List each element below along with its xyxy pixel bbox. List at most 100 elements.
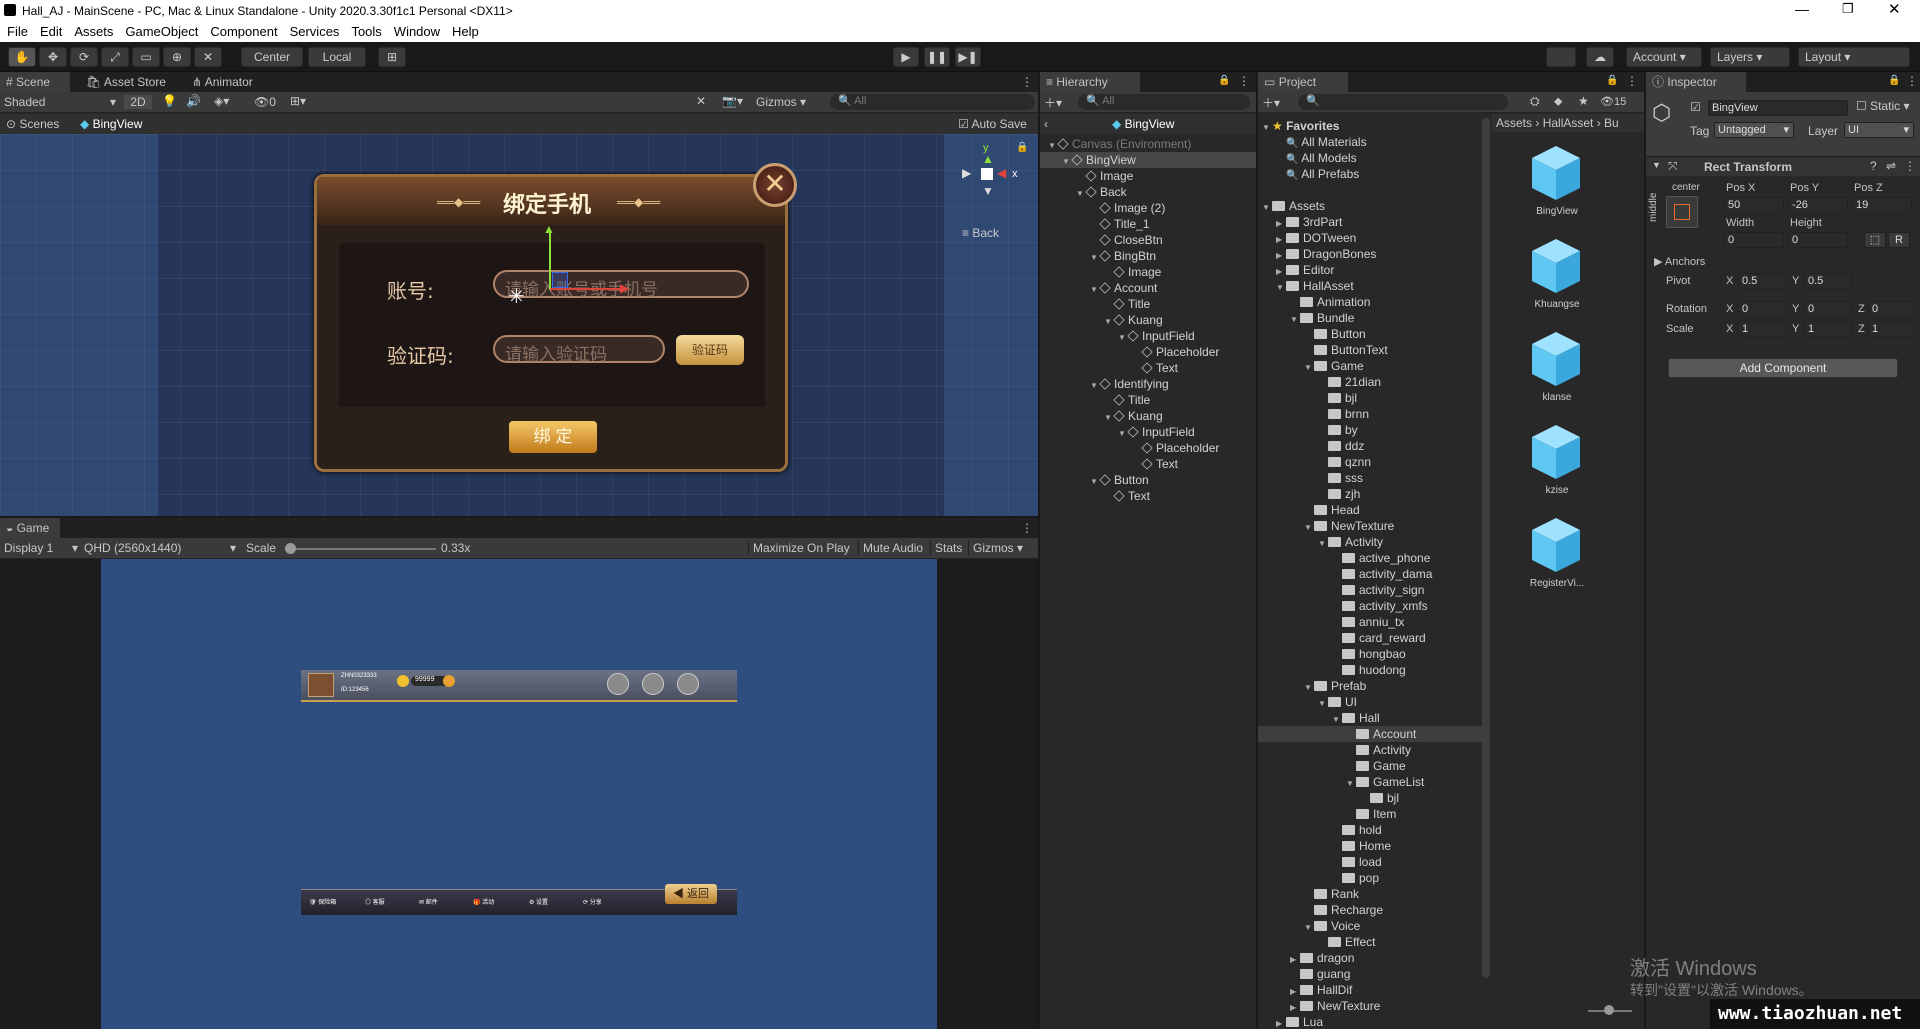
game-menu-icon-1[interactable] xyxy=(607,673,629,695)
get-code-button[interactable]: 验证码 xyxy=(676,335,744,365)
pivot-y-field[interactable]: 0.5 xyxy=(1804,273,1852,289)
inspector-menu-icon[interactable]: ⋮ xyxy=(1906,74,1918,88)
hierarchy-item[interactable]: ▼ InputField xyxy=(1040,328,1256,344)
collab-button[interactable] xyxy=(1546,47,1576,67)
project-add-button[interactable]: ＋▾ xyxy=(1262,94,1280,111)
hierarchy-item[interactable]: Image xyxy=(1040,264,1256,280)
scale-z-field[interactable]: 1 xyxy=(1868,321,1914,337)
maximize-on-play-toggle[interactable]: Maximize On Play xyxy=(748,541,854,555)
move-gizmo-x-axis[interactable] xyxy=(550,288,620,290)
game-menu-icon-2[interactable] xyxy=(642,673,664,695)
blueprint-mode-button[interactable]: ⬚ xyxy=(1864,232,1886,248)
posx-field[interactable]: 50 xyxy=(1724,197,1784,213)
panel-menu-icon[interactable]: ⋮ xyxy=(1015,72,1038,92)
project-tree-item[interactable]: ▼ Bundle xyxy=(1258,310,1482,326)
project-tree-item[interactable]: ▼ UI xyxy=(1258,694,1482,710)
scale-slider-thumb[interactable] xyxy=(285,543,296,554)
move-tool-button[interactable]: ✥ xyxy=(39,47,67,67)
project-tree-item[interactable]: ▼ Voice xyxy=(1258,918,1482,934)
restore-icon[interactable]: ❐ xyxy=(1842,1,1854,17)
project-tree-item[interactable]: activity_xmfs xyxy=(1258,598,1482,614)
project-tree-item[interactable]: Account xyxy=(1258,726,1482,742)
minimize-icon[interactable]: — xyxy=(1795,1,1809,17)
2d-toggle[interactable]: 2D xyxy=(124,95,152,109)
hierarchy-item[interactable]: ▼ Back xyxy=(1040,184,1256,200)
mute-audio-toggle[interactable]: Mute Audio xyxy=(858,541,927,555)
project-tree-item[interactable]: ButtonText xyxy=(1258,342,1482,358)
dialog-close-button[interactable]: ✕ xyxy=(753,163,797,207)
hierarchy-item[interactable]: Image (2) xyxy=(1040,200,1256,216)
favorite-star-icon[interactable]: ★ xyxy=(1578,94,1589,108)
object-name-field[interactable]: BingView xyxy=(1708,100,1848,116)
project-tree-item[interactable]: ddz xyxy=(1258,438,1482,454)
display-dropdown[interactable]: Display 1 ▾ xyxy=(4,541,78,555)
transform-tool-button[interactable]: ⊕ xyxy=(163,47,191,67)
hierarchy-lock-icon[interactable]: 🔒 xyxy=(1218,75,1230,86)
project-tree-item[interactable]: ▼ Activity xyxy=(1258,534,1482,550)
close-window-icon[interactable]: ✕ xyxy=(1888,0,1901,18)
scale-x-field[interactable]: 1 xyxy=(1738,321,1786,337)
return-button[interactable]: ◀ 返回 xyxy=(665,884,717,904)
anchor-preset-button[interactable] xyxy=(1666,196,1698,228)
inspector-lock-icon[interactable]: 🔒 xyxy=(1888,75,1900,86)
game-menu-icon-3[interactable] xyxy=(677,673,699,695)
asset-tile[interactable]: RegisterVi... xyxy=(1512,512,1602,598)
pivot-center-button[interactable]: Center xyxy=(241,47,303,67)
menu-help[interactable]: Help xyxy=(445,22,484,39)
height-field[interactable]: 0 xyxy=(1788,232,1848,248)
hierarchy-item[interactable]: Title xyxy=(1040,392,1256,408)
project-tree-item[interactable]: Rank xyxy=(1258,886,1482,902)
project-tree-item[interactable]: ▶ NewTexture xyxy=(1258,998,1482,1014)
menu-tools[interactable]: Tools xyxy=(344,22,386,39)
resolution-dropdown[interactable]: QHD (2560x1440) ▾ xyxy=(84,541,236,555)
lighting-icon[interactable]: 💡 xyxy=(162,94,177,108)
add-coins-icon[interactable] xyxy=(443,675,455,687)
static-checkbox[interactable]: ☐ Static ▾ xyxy=(1856,99,1909,113)
hierarchy-search-input[interactable]: 🔍 All xyxy=(1078,94,1250,110)
tag-dropdown[interactable]: Untagged ▾ xyxy=(1714,122,1794,138)
hidden-packages-icon[interactable]: 👁15 xyxy=(1600,95,1626,108)
pivot-local-button[interactable]: Local xyxy=(308,47,366,67)
hierarchy-item[interactable]: ▼ InputField xyxy=(1040,424,1256,440)
rotate-tool-button[interactable]: ⟳ xyxy=(70,47,98,67)
rect-tool-button[interactable]: ▭ xyxy=(132,47,160,67)
layout-dropdown[interactable]: Layout ▾ xyxy=(1798,47,1910,67)
project-tree-item[interactable]: ▶ Lua xyxy=(1258,1014,1482,1029)
rotation-y-field[interactable]: 0 xyxy=(1804,301,1852,317)
move-gizmo-plane[interactable] xyxy=(552,272,568,288)
active-checkbox[interactable]: ☑ xyxy=(1690,100,1701,114)
tab-project[interactable]: ▭ Project xyxy=(1258,72,1348,92)
menu-assets[interactable]: Assets xyxy=(67,22,118,39)
project-tree-item[interactable]: ▼ Hall xyxy=(1258,710,1482,726)
search-by-label-icon[interactable]: ⬥ xyxy=(1554,94,1562,109)
hand-tool-button[interactable]: ✋ xyxy=(8,47,36,67)
project-tree-item[interactable]: zjh xyxy=(1258,486,1482,502)
project-search-input[interactable]: 🔍 xyxy=(1298,94,1508,110)
hierarchy-item[interactable]: ▼ Account xyxy=(1040,280,1256,296)
asset-tile[interactable]: BingView xyxy=(1512,140,1602,226)
tab-scene[interactable]: # Scene xyxy=(0,72,70,92)
raw-edit-button[interactable]: R xyxy=(1888,232,1910,248)
share-item[interactable]: ⟳ 分享 xyxy=(583,897,602,906)
tab-game[interactable]: ◒ Game xyxy=(0,518,60,538)
scale-y-field[interactable]: 1 xyxy=(1804,321,1852,337)
game-gizmos-dropdown[interactable]: Gizmos ▾ xyxy=(968,541,1027,555)
hierarchy-item[interactable]: ▼ Identifying xyxy=(1040,376,1256,392)
tab-inspector[interactable]: ⓘ Inspector xyxy=(1646,72,1746,92)
hierarchy-item[interactable]: Title xyxy=(1040,296,1256,312)
hierarchy-menu-icon[interactable]: ⋮ xyxy=(1238,74,1250,88)
project-tree-item[interactable]: 🔍 All Models xyxy=(1258,150,1482,166)
audio-icon[interactable]: 🔊 xyxy=(186,94,201,108)
project-tree-item[interactable]: Button xyxy=(1258,326,1482,342)
project-tree-item[interactable]: ▼ NewTexture xyxy=(1258,518,1482,534)
project-tree-item[interactable]: pop xyxy=(1258,870,1482,886)
scale-tool-button[interactable]: ⤢ xyxy=(101,47,129,67)
move-gizmo-y-axis[interactable] xyxy=(549,230,551,290)
project-tree-item[interactable]: by xyxy=(1258,422,1482,438)
fold-arrow-icon[interactable]: ▶ xyxy=(1276,1016,1286,1029)
menu-gameobject[interactable]: GameObject xyxy=(118,22,203,39)
project-tree-item[interactable]: Home xyxy=(1258,838,1482,854)
search-by-type-icon[interactable]: ⛭ xyxy=(1530,94,1540,109)
menu-edit[interactable]: Edit xyxy=(33,22,67,39)
add-component-button[interactable]: Add Component xyxy=(1668,358,1898,378)
